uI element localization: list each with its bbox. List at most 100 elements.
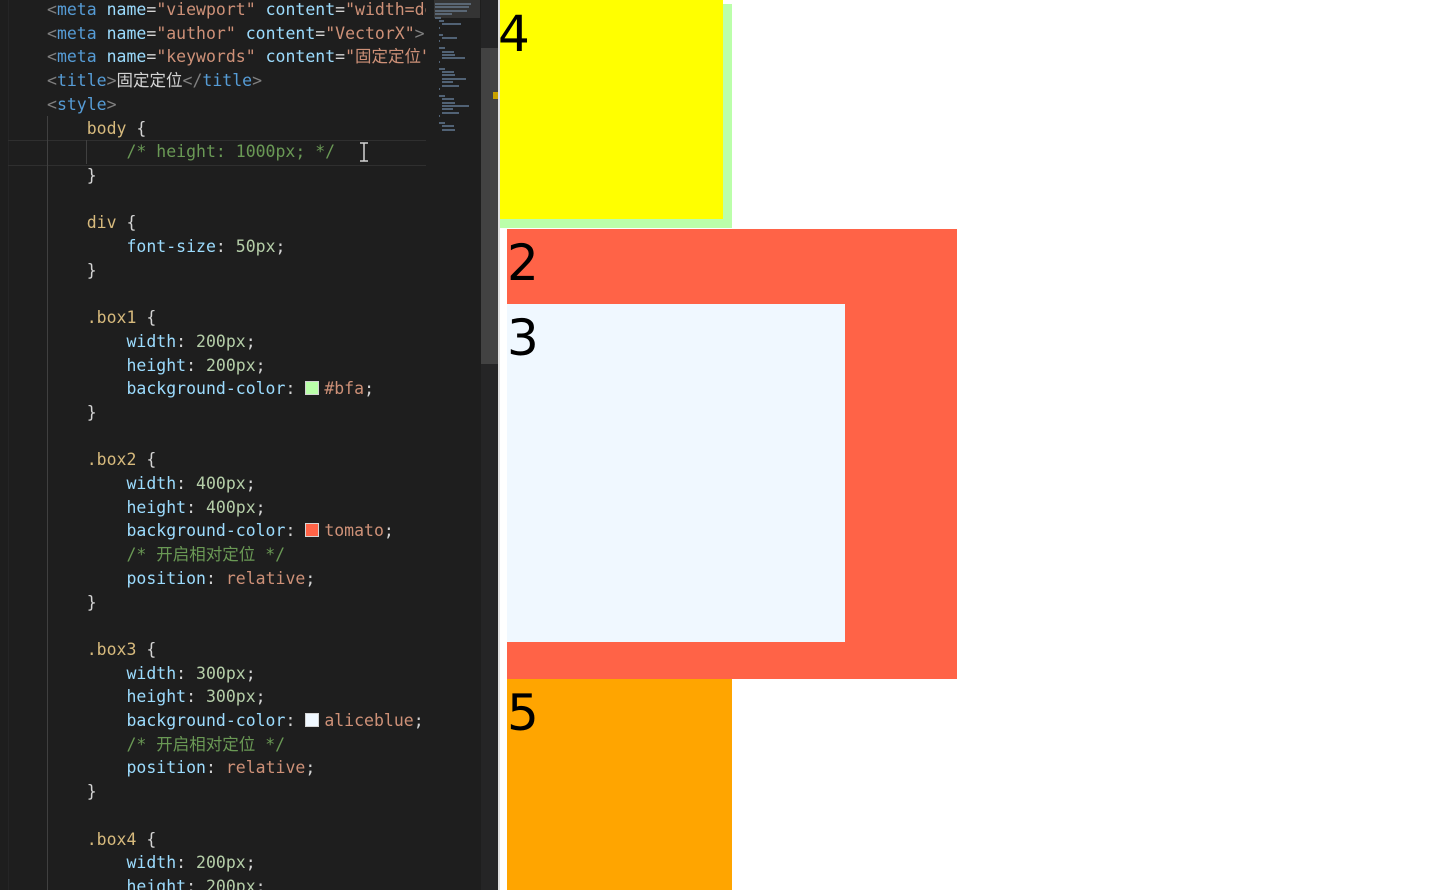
code-token: {	[136, 639, 157, 659]
code-line[interactable]: }	[47, 780, 97, 804]
code-token: :	[285, 379, 306, 399]
code-token: <	[47, 71, 57, 91]
minimap-line	[442, 111, 460, 114]
code-token: ;	[255, 497, 266, 517]
code-line[interactable]: /* height: 1000px; */	[47, 140, 335, 164]
code-line[interactable]: position: relative;	[47, 756, 315, 780]
code-token: meta	[56, 0, 97, 19]
editor-scrollbar[interactable]	[481, 0, 498, 890]
minimap-line	[442, 84, 460, 87]
code-line[interactable]: background-color: aliceblue;	[47, 709, 423, 733]
code-token: {	[136, 450, 157, 470]
code-token: :	[186, 687, 206, 707]
box4: 4	[500, 0, 723, 219]
code-line[interactable]: position: relative;	[47, 567, 315, 591]
code-line[interactable]: .box1 {	[47, 306, 157, 330]
minimap-line	[438, 20, 444, 22]
color-swatch-icon[interactable]	[305, 381, 320, 396]
minimap[interactable]	[426, 0, 481, 890]
code-token: div	[86, 213, 117, 233]
code-line[interactable]: div {	[47, 211, 137, 235]
code-token: 300px	[205, 687, 256, 707]
code-token: .box2	[86, 450, 137, 470]
code-token: height	[126, 355, 187, 375]
code-line[interactable]: /* 开启相对定位 */	[47, 733, 285, 757]
code-line[interactable]: /* 开启相对定位 */	[47, 543, 285, 567]
code-token: {	[136, 829, 157, 849]
code-line[interactable]: width: 200px;	[47, 851, 255, 875]
code-editor[interactable]: <meta name="viewport" content="width=dev…	[0, 0, 426, 890]
code-token: <	[47, 94, 57, 114]
code-token: ;	[255, 687, 266, 707]
code-token: 固定定位	[116, 71, 183, 91]
code-token: }	[47, 782, 97, 802]
code-line[interactable]: height: 200px;	[47, 354, 265, 378]
box4-label: 4	[500, 5, 530, 63]
code-token: background-color	[126, 379, 286, 399]
code-token: relative	[225, 758, 306, 778]
code-line[interactable]: height: 200px;	[47, 875, 265, 890]
minimap-line	[442, 50, 454, 53]
code-token: >	[252, 71, 263, 91]
code-token: ;	[305, 758, 316, 778]
code-token: :	[215, 237, 236, 256]
code-token: :	[186, 355, 206, 375]
code-token: tomato	[324, 521, 384, 541]
code-line[interactable]: }	[47, 164, 97, 188]
code-line[interactable]: <meta name="author" content="VectorX">	[47, 22, 425, 46]
box3: 3	[507, 304, 845, 642]
minimap-line	[438, 88, 440, 90]
code-line[interactable]: .box2 {	[47, 448, 157, 472]
minimap-line	[442, 71, 454, 73]
code-token: "author"	[156, 23, 236, 43]
minimap-line	[442, 23, 462, 26]
code-token: ;	[364, 379, 374, 399]
code-line[interactable]: .box4 {	[47, 828, 157, 852]
code-line[interactable]: }	[47, 591, 97, 615]
minimap-line	[438, 26, 440, 29]
code-line[interactable]: <title>固定定位</title>	[47, 69, 262, 93]
minimap-viewport[interactable]	[434, 0, 480, 18]
code-line[interactable]: height: 400px;	[47, 496, 266, 520]
code-line[interactable]: }	[47, 259, 97, 283]
code-line[interactable]: <style>	[47, 93, 117, 117]
color-swatch-icon[interactable]	[305, 713, 320, 727]
code-token: ;	[245, 331, 256, 351]
code-token: }	[47, 402, 97, 422]
code-token: 200px	[196, 331, 246, 351]
code-line[interactable]: .box3 {	[47, 638, 157, 662]
code-token: 200px	[205, 355, 256, 375]
code-token: >	[106, 94, 117, 114]
code-token: .box3	[86, 639, 137, 659]
code-line[interactable]: width: 200px;	[47, 330, 256, 354]
code-token: =	[315, 23, 326, 43]
code-token: /* 开启相对定位 */	[126, 734, 286, 754]
code-line[interactable]: body {	[47, 117, 147, 141]
code-line[interactable]: <meta name="viewport" content="width=dev	[47, 0, 426, 22]
code-line[interactable]: background-color: tomato;	[47, 519, 393, 543]
editor-gutter	[0, 0, 9, 890]
code-line[interactable]: background-color: #bfa;	[47, 377, 374, 401]
code-token: :	[176, 853, 197, 873]
code-line[interactable]: height: 300px;	[47, 685, 266, 709]
code-line[interactable]: <meta name="keywords" content="固定定位"	[47, 45, 426, 69]
code-token: relative	[225, 568, 306, 588]
code-line[interactable]: width: 400px;	[47, 472, 255, 496]
code-token: <	[47, 47, 57, 67]
code-line[interactable]: width: 300px;	[47, 662, 255, 686]
code-line[interactable]: }	[47, 401, 97, 425]
code-token: title	[56, 71, 107, 91]
color-swatch-icon[interactable]	[305, 523, 320, 538]
code-line[interactable]: font-size: 50px;	[47, 235, 285, 259]
code-token: >	[414, 23, 425, 43]
